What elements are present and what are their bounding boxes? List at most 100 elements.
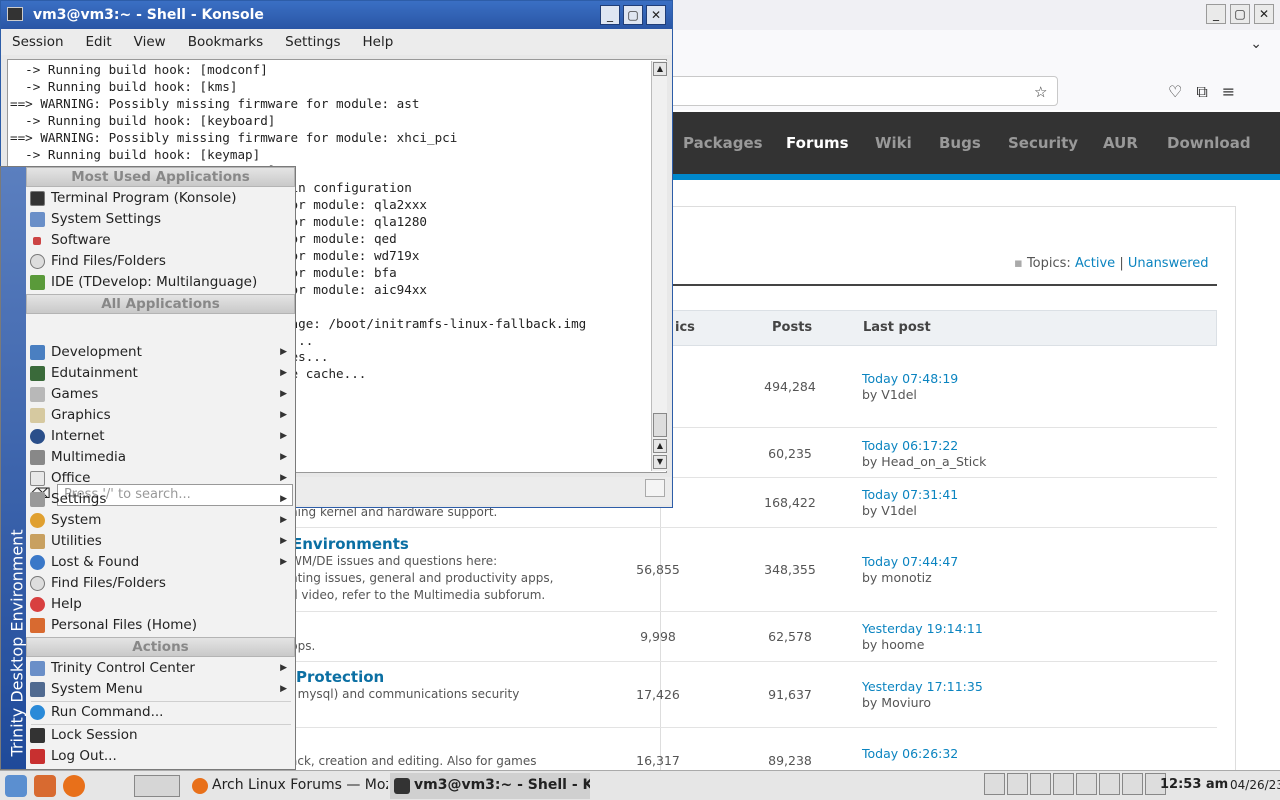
row-description: nting issues, general and productivity a… bbox=[290, 571, 554, 585]
menu-item-log-out[interactable]: Log Out... bbox=[26, 746, 295, 767]
nav-aur[interactable]: AUR bbox=[1103, 134, 1138, 152]
konsole-titlebar[interactable]: vm3@vm3:~ - Shell - Konsole _ ▢ ✕ bbox=[1, 1, 672, 29]
tray-mail-icon[interactable] bbox=[1076, 773, 1097, 795]
tray-network-icon[interactable] bbox=[1053, 773, 1074, 795]
close-button[interactable]: ✕ bbox=[1254, 4, 1274, 24]
row-last-post-date[interactable]: Yesterday 19:14:11 bbox=[862, 621, 983, 636]
menu-item-konsole[interactable]: Terminal Program (Konsole) bbox=[26, 188, 295, 209]
tray-terminal-icon[interactable] bbox=[984, 773, 1005, 795]
menu-help[interactable]: Help bbox=[352, 29, 405, 55]
menu-item-tdevelop[interactable]: IDE (TDevelop: Multilanguage) bbox=[26, 272, 295, 293]
menu-edit[interactable]: Edit bbox=[75, 29, 123, 55]
minimize-button[interactable]: _ bbox=[1206, 4, 1226, 24]
scrollbar-thumb[interactable] bbox=[653, 413, 667, 437]
menu-item-find-files[interactable]: Find Files/Folders bbox=[26, 251, 295, 272]
menu-item-help[interactable]: Help bbox=[26, 594, 295, 615]
menu-item-internet[interactable]: Internet ▶ bbox=[26, 426, 295, 447]
scroll-down-arrow-icon[interactable]: ▼ bbox=[653, 455, 667, 469]
nav-forums[interactable]: Forums bbox=[786, 134, 849, 152]
menu-view[interactable]: View bbox=[123, 29, 177, 55]
menu-item-software[interactable]: Software bbox=[26, 230, 295, 251]
menu-item-run-command[interactable]: Run Command... bbox=[26, 702, 295, 723]
maximize-button[interactable]: ▢ bbox=[1230, 4, 1250, 24]
row-last-post-date[interactable]: Yesterday 17:11:35 bbox=[862, 679, 983, 694]
menu-item-office[interactable]: Office ▶ bbox=[26, 468, 295, 489]
row-last-post-author[interactable]: by V1del bbox=[862, 503, 917, 518]
row-last-post-date[interactable]: Today 07:31:41 bbox=[862, 487, 958, 502]
close-button[interactable]: ✕ bbox=[646, 5, 666, 25]
minimize-button[interactable]: _ bbox=[600, 5, 620, 25]
row-last-post-author[interactable]: by Head_on_a_Stick bbox=[862, 454, 986, 469]
menu-item-games[interactable]: Games ▶ bbox=[26, 384, 295, 405]
row-last-post-author[interactable]: by monotiz bbox=[862, 570, 932, 585]
row-description: , mysql) and communications security bbox=[290, 687, 520, 701]
row-topics: 16,317 bbox=[636, 753, 680, 768]
firefox-icon[interactable] bbox=[63, 775, 85, 797]
scroll-up-arrow-icon[interactable]: ▲ bbox=[653, 62, 667, 76]
resize-grip-icon[interactable] bbox=[645, 479, 665, 497]
system-tray bbox=[984, 773, 1166, 795]
menu-item-development[interactable]: Development ▶ bbox=[26, 342, 295, 363]
row-description: d video, refer to the Multimedia subforu… bbox=[290, 588, 546, 602]
row-title[interactable]: Protection bbox=[296, 668, 384, 686]
menu-bookmarks[interactable]: Bookmarks bbox=[177, 29, 274, 55]
desktop-pager[interactable] bbox=[134, 775, 180, 797]
row-last-post-author[interactable]: by hoome bbox=[862, 637, 924, 652]
url-bar[interactable] bbox=[660, 76, 1058, 106]
tray-monitor-icon[interactable] bbox=[1007, 773, 1028, 795]
row-last-post-author[interactable]: by Moviuro bbox=[862, 695, 931, 710]
row-last-post-date[interactable]: Today 06:26:32 bbox=[862, 746, 958, 761]
menu-item-lock-session[interactable]: Lock Session bbox=[26, 725, 295, 746]
topics-unanswered-link[interactable]: Unanswered bbox=[1128, 256, 1209, 271]
task-konsole[interactable]: vm3@vm3:~ - Shell - Ko bbox=[390, 773, 590, 799]
hamburger-menu-icon[interactable]: ≡ bbox=[1222, 82, 1235, 102]
topics-active-link[interactable]: Active bbox=[1075, 256, 1115, 271]
pocket-icon[interactable]: ♡ bbox=[1168, 82, 1182, 102]
menu-item-control-center[interactable]: Trinity Control Center ▶ bbox=[26, 658, 295, 679]
tray-disk-icon[interactable] bbox=[1122, 773, 1143, 795]
submenu-arrow-icon: ▶ bbox=[280, 452, 287, 462]
terminal-scrollbar[interactable]: ▲ ▲ ▼ bbox=[651, 61, 667, 471]
row-last-post-date[interactable]: Today 06:17:22 bbox=[862, 438, 958, 453]
menu-item-find-files-all[interactable]: Find Files/Folders bbox=[26, 573, 295, 594]
trinity-menu-icon[interactable] bbox=[5, 775, 27, 797]
system-icon bbox=[30, 513, 45, 528]
nav-wiki[interactable]: Wiki bbox=[875, 134, 912, 152]
tray-update-icon[interactable] bbox=[1099, 773, 1120, 795]
menu-settings[interactable]: Settings bbox=[274, 29, 351, 55]
menu-item-system[interactable]: System ▶ bbox=[26, 510, 295, 531]
scroll-up-arrow-icon[interactable]: ▲ bbox=[653, 439, 667, 453]
row-title[interactable]: Environments bbox=[292, 535, 409, 553]
forum-table-header: ics Posts Last post bbox=[660, 310, 1217, 346]
menu-item-lost-found[interactable]: Lost & Found ▶ bbox=[26, 552, 295, 573]
table-row: Protection , mysql) and communications s… bbox=[290, 662, 1217, 728]
nav-packages[interactable]: Packages bbox=[683, 134, 763, 152]
nav-bugs[interactable]: Bugs bbox=[939, 134, 981, 152]
menu-item-multimedia[interactable]: Multimedia ▶ bbox=[26, 447, 295, 468]
row-last-post-date[interactable]: Today 07:48:19 bbox=[862, 371, 958, 386]
menu-item-system-menu[interactable]: System Menu ▶ bbox=[26, 679, 295, 700]
menu-item-system-settings[interactable]: System Settings bbox=[26, 209, 295, 230]
maximize-button[interactable]: ▢ bbox=[623, 5, 643, 25]
bookmark-star-icon[interactable]: ☆ bbox=[1034, 83, 1047, 101]
task-firefox[interactable]: Arch Linux Forums — Mozil bbox=[188, 773, 388, 799]
development-icon bbox=[30, 345, 45, 360]
menu-item-edutainment[interactable]: Edutainment ▶ bbox=[26, 363, 295, 384]
menu-item-utilities[interactable]: Utilities ▶ bbox=[26, 531, 295, 552]
menu-item-graphics[interactable]: Graphics ▶ bbox=[26, 405, 295, 426]
row-last-post-date[interactable]: Today 07:44:47 bbox=[862, 554, 958, 569]
clock[interactable]: 12:53 am bbox=[1160, 777, 1228, 792]
table-row: pps. 9,998 62,578 Yesterday 19:14:11 by … bbox=[290, 612, 1217, 662]
home-icon[interactable] bbox=[34, 775, 56, 797]
topics-links: ▪ Topics: Active | Unanswered bbox=[1014, 256, 1209, 271]
menu-item-settings[interactable]: Settings ▶ bbox=[26, 489, 295, 510]
row-last-post-author[interactable]: by V1del bbox=[862, 387, 917, 402]
menu-item-personal-files[interactable]: Personal Files (Home) bbox=[26, 615, 295, 636]
section-most-used: Most Used Applications bbox=[26, 167, 295, 187]
nav-download[interactable]: Download bbox=[1167, 134, 1251, 152]
menu-session[interactable]: Session bbox=[1, 29, 75, 55]
tray-k-icon[interactable] bbox=[1030, 773, 1051, 795]
chevron-down-icon[interactable]: ⌄ bbox=[1250, 36, 1262, 52]
extensions-icon[interactable]: ⧉ bbox=[1196, 82, 1207, 102]
nav-security[interactable]: Security bbox=[1008, 134, 1078, 152]
